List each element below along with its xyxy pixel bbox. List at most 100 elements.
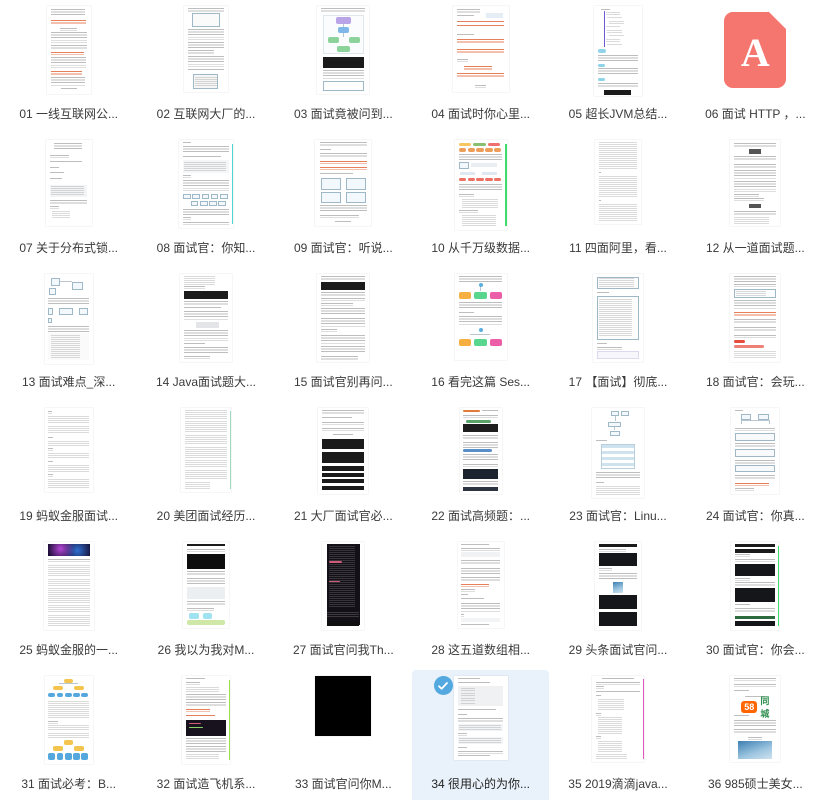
file-thumbnail [549, 6, 686, 102]
file-item[interactable]: 22 面试高频题：... [412, 402, 549, 536]
file-item[interactable]: 19 蚂蚁金服面试... [0, 402, 137, 536]
file-thumbnail [137, 6, 274, 102]
file-item[interactable]: 32 面试造飞机系... [137, 670, 274, 800]
file-item[interactable]: 21 大厂面试官必... [275, 402, 412, 536]
file-label: 22 面试高频题：... [431, 509, 530, 523]
file-thumbnail [275, 274, 412, 370]
file-thumbnail [275, 408, 412, 504]
file-thumbnail [549, 408, 686, 504]
file-thumbnail [137, 408, 274, 504]
file-label: 18 面试官：会玩... [705, 375, 805, 389]
file-item[interactable]: 34 很用心的为你... [411, 670, 550, 800]
file-item[interactable]: 25 蚂蚁金服的一... [0, 536, 137, 670]
file-item[interactable]: 24 面试官：你真... [687, 402, 824, 536]
file-grid[interactable]: 01 一线互联网公... 02 互联网大厂的... 03 面试竟被问到... 04 面… [0, 0, 824, 800]
file-item[interactable]: 23 面试官：Linu... [549, 402, 686, 536]
file-thumbnail [0, 6, 137, 102]
selected-check-icon [433, 676, 453, 695]
file-thumbnail: A [687, 6, 824, 102]
file-label: 13 面试难点_深... [21, 375, 116, 389]
file-thumbnail [275, 542, 412, 638]
file-thumbnail [412, 140, 549, 236]
file-label: 12 从一道面试题... [705, 241, 805, 255]
file-thumbnail [0, 274, 137, 370]
file-item[interactable]: 11 四面阿里，看... [549, 134, 686, 268]
file-item[interactable]: 12 从一道面试题... [687, 134, 824, 268]
file-thumbnail [275, 6, 412, 102]
file-item[interactable]: 15 面试官别再问... [275, 268, 412, 402]
file-label: 19 蚂蚁金服面试... [19, 509, 118, 523]
file-label: 02 互联网大厂的... [156, 107, 256, 121]
file-item[interactable]: 33 面试官问你M... [275, 670, 412, 800]
file-label: 04 面试时你心里... [431, 107, 530, 121]
file-label: 31 面试必考：B... [21, 777, 117, 791]
file-item[interactable]: 10 从千万级数据... [412, 134, 549, 268]
file-label: 34 很用心的为你... [431, 777, 530, 791]
file-label: 30 面试官：你会... [705, 643, 805, 657]
file-label: 27 面试官问我Th... [292, 643, 394, 657]
file-thumbnail [0, 542, 137, 638]
file-item[interactable]: 03 面试竟被问到... [275, 0, 412, 134]
file-label: 24 面试官：你真... [705, 509, 805, 523]
file-thumbnail [137, 140, 274, 236]
file-label: 36 985硕士美女... [707, 777, 803, 791]
file-thumbnail [0, 408, 137, 504]
file-thumbnail [549, 274, 686, 370]
file-thumbnail [687, 542, 824, 638]
file-thumbnail [275, 676, 412, 772]
file-thumbnail [137, 676, 274, 772]
file-label: 03 面试竟被问到... [293, 107, 393, 121]
file-item[interactable]: 35 2019滴滴java... [549, 670, 686, 800]
file-item[interactable]: 17 【面试】彻底... [549, 268, 686, 402]
file-item[interactable]: 30 面试官：你会... [687, 536, 824, 670]
file-label: 11 四面阿里，看... [569, 241, 667, 255]
file-label: 32 面试造飞机系... [156, 777, 256, 791]
file-thumbnail [412, 408, 549, 504]
pdf-file-icon: A [724, 12, 787, 88]
file-label: 10 从千万级数据... [431, 241, 530, 255]
file-item[interactable]: 28 这五道数组相... [412, 536, 549, 670]
file-item[interactable]: 31 面试必考：B... [0, 670, 137, 800]
file-item[interactable]: 14 Java面试题大... [137, 268, 274, 402]
file-item[interactable]: 16 看完这篇 Ses... [412, 268, 549, 402]
file-item[interactable]: 02 互联网大厂的... [137, 0, 274, 134]
file-item[interactable]: 08 面试官：你知... [137, 134, 274, 268]
file-thumbnail [687, 408, 824, 504]
file-item[interactable]: 26 我以为我对M... [137, 536, 274, 670]
file-label: 06 面试 HTTP ，... [705, 107, 806, 121]
file-item[interactable]: A 06 面试 HTTP ，... [687, 0, 824, 134]
file-thumbnail [137, 274, 274, 370]
file-item[interactable]: 07 关于分布式锁... [0, 134, 137, 268]
file-label: 17 【面试】彻底... [568, 375, 668, 389]
file-thumbnail [549, 542, 686, 638]
file-thumbnail [687, 140, 824, 236]
file-label: 33 面试官问你M... [294, 777, 392, 791]
file-item[interactable]: 04 面试时你心里... [412, 0, 549, 134]
file-item[interactable]: 18 面试官：会玩... [687, 268, 824, 402]
file-label: 07 关于分布式锁... [19, 241, 118, 255]
file-item[interactable]: 20 美团面试经历... [137, 402, 274, 536]
file-label: 21 大厂面试官必... [293, 509, 393, 523]
file-item[interactable]: 27 面试官问我Th... [275, 536, 412, 670]
file-item[interactable]: 58 同城 36 985硕士美女... [687, 670, 824, 800]
file-thumbnail [412, 274, 549, 370]
file-thumbnail [137, 542, 274, 638]
file-label: 05 超长JVM总结... [568, 107, 668, 121]
file-thumbnail [412, 542, 549, 638]
file-item[interactable]: 05 超长JVM总结... [549, 0, 686, 134]
file-thumbnail [687, 274, 824, 370]
file-item[interactable]: 09 面试官：听说... [275, 134, 412, 268]
file-label: 23 面试官：Linu... [569, 509, 667, 523]
file-thumbnail: 58 同城 [687, 676, 824, 772]
file-thumbnail [275, 140, 412, 236]
file-label: 14 Java面试题大... [155, 375, 257, 389]
file-item[interactable]: 29 头条面试官问... [549, 536, 686, 670]
file-thumbnail [0, 140, 137, 236]
file-thumbnail [0, 676, 137, 772]
file-label: 29 头条面试官问... [568, 643, 668, 657]
file-item[interactable]: 13 面试难点_深... [0, 268, 137, 402]
file-label: 15 面试官别再问... [293, 375, 393, 389]
file-item[interactable]: 01 一线互联网公... [0, 0, 137, 134]
file-thumbnail [412, 6, 549, 102]
file-label: 08 面试官：你知... [156, 241, 256, 255]
